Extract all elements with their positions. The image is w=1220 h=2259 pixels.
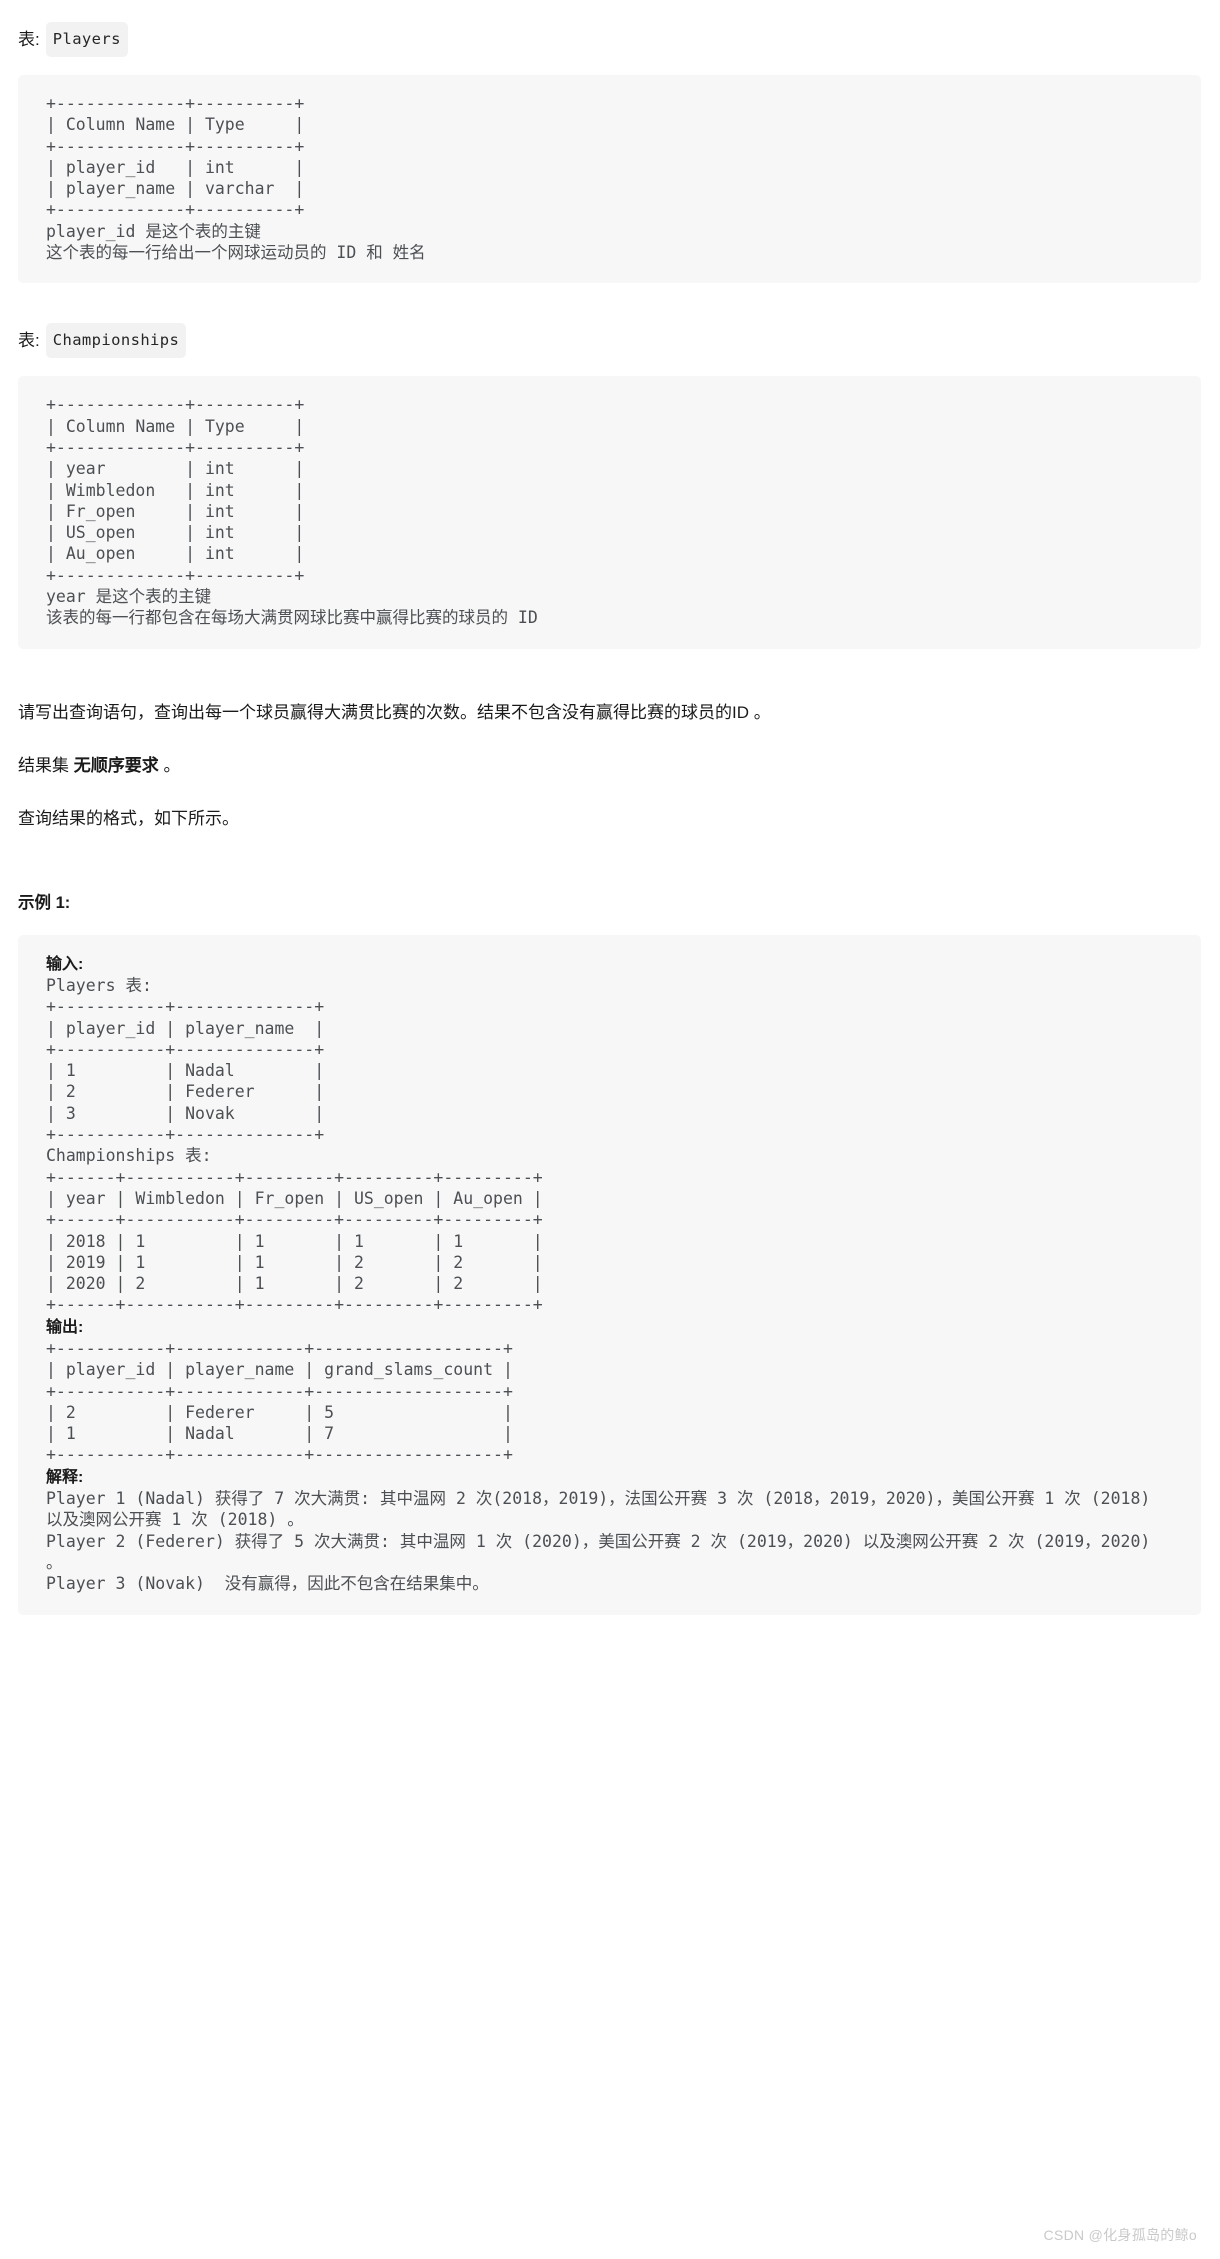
schema-ascii-championships: +-------------+----------+ | Column Name… xyxy=(46,395,305,585)
order-note-prefix: 结果集 xyxy=(18,755,74,775)
example-output-label: 输出: xyxy=(18,1316,1201,1338)
table-caption-label: 表: xyxy=(18,29,40,49)
format-note: 查询结果的格式，如下所示。 xyxy=(18,808,239,828)
example-explain-text: Player 1 (Nadal) 获得了 7 次大满贯: 其中温网 2 次(20… xyxy=(46,1489,1151,1594)
schema-block-championships: +-------------+----------+ | Column Name… xyxy=(18,376,1201,649)
example-championships-ascii: +------+-----------+---------+---------+… xyxy=(46,1167,543,1315)
schema-block-players: +-------------+----------+ | Column Name… xyxy=(18,75,1201,284)
example-heading: 示例 1: xyxy=(18,893,71,912)
schema-notes-players: player_id 是这个表的主键 这个表的每一行给出一个网球运动员的 ID 和… xyxy=(46,221,426,263)
table-caption-players: 表: Players xyxy=(18,22,1202,57)
example-block: 输入: Players 表: +-----------+------------… xyxy=(18,934,1201,1615)
input-label-text: 输入: xyxy=(46,955,84,973)
question-text: 请写出查询语句，查询出每一个球员赢得大满贯比赛的次数。结果不包含没有赢得比赛的球… xyxy=(18,702,771,722)
example-explain-label: 解释: xyxy=(18,1466,1201,1488)
schema-ascii-players: +-------------+----------+ | Column Name… xyxy=(46,94,305,220)
order-note: 结果集 无顺序要求 。 xyxy=(18,752,1202,780)
order-note-emphasis: 无顺序要求 xyxy=(73,755,159,775)
output-label-text: 输出: xyxy=(46,1318,84,1336)
order-note-suffix: 。 xyxy=(158,755,181,775)
explain-label-text: 解释: xyxy=(46,1468,84,1486)
schema-notes-championships: year 是这个表的主键 该表的每一行都包含在每场大满贯网球比赛中赢得比赛的球员… xyxy=(46,587,538,628)
example-championships-label: Championships 表: xyxy=(46,1146,212,1166)
example-players-label: Players 表: xyxy=(46,975,152,995)
table-name-championships: Championships xyxy=(45,323,187,359)
example-input-label: 输入: xyxy=(18,953,1201,975)
table-caption-championships: 表: Championships xyxy=(18,323,1202,359)
csdn-watermark: CSDN @化身孤岛的鲸o xyxy=(1043,2227,1197,2243)
example-output-ascii: +-----------+-------------+-------------… xyxy=(46,1338,513,1465)
table-name-players: Players xyxy=(45,22,128,57)
example-players-ascii: +-----------+--------------+ | player_id… xyxy=(46,997,325,1145)
problem-page: 表: Players +-------------+----------+ | … xyxy=(0,0,1220,1615)
table-caption-label: 表: xyxy=(18,330,40,350)
